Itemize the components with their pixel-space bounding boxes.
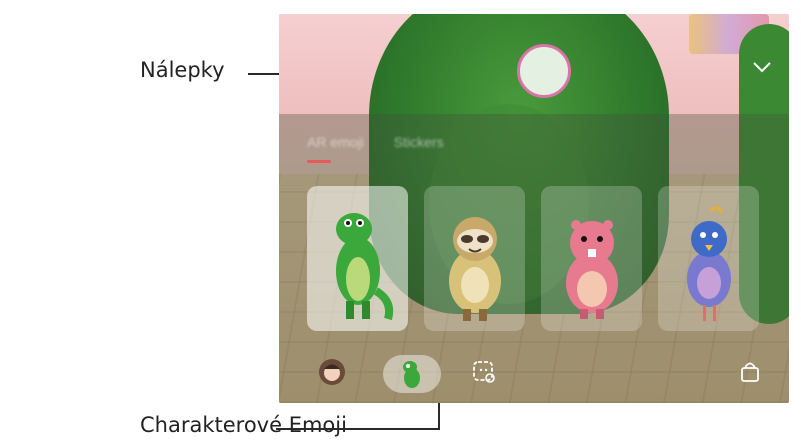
bird-character-icon — [686, 206, 731, 321]
my-emoji-avatar-icon[interactable] — [315, 355, 349, 389]
dino-character-icon — [335, 213, 393, 321]
character-card-beaver[interactable] — [541, 186, 642, 331]
bottom-bar — [279, 349, 789, 403]
chevron-down-icon[interactable] — [751, 58, 773, 76]
character-card-bird[interactable] — [658, 186, 759, 331]
sticker-settings-icon[interactable] — [467, 355, 501, 389]
callout-stickers: Nálepky — [140, 58, 225, 82]
character-cards — [307, 186, 759, 331]
character-card-dino[interactable] — [307, 186, 408, 331]
tab-ar-emoji[interactable]: AR emoji — [307, 134, 364, 150]
tab-row: AR emoji Stickers — [307, 134, 444, 150]
sloth-character-icon — [448, 217, 501, 321]
shopping-bag-icon[interactable] — [733, 355, 767, 389]
tab-stickers[interactable]: Stickers — [394, 134, 444, 150]
leader-line-emoji-h — [276, 428, 440, 430]
character-card-sloth[interactable] — [424, 186, 525, 331]
dino-emoji-icon[interactable] — [383, 355, 441, 393]
beaver-character-icon — [565, 220, 618, 319]
callout-character-emoji: Charakterové Emoji — [140, 413, 347, 437]
tab-indicator — [307, 160, 331, 163]
shutter-button[interactable] — [517, 44, 571, 98]
camera-screen: AR emoji Stickers — [279, 14, 789, 403]
